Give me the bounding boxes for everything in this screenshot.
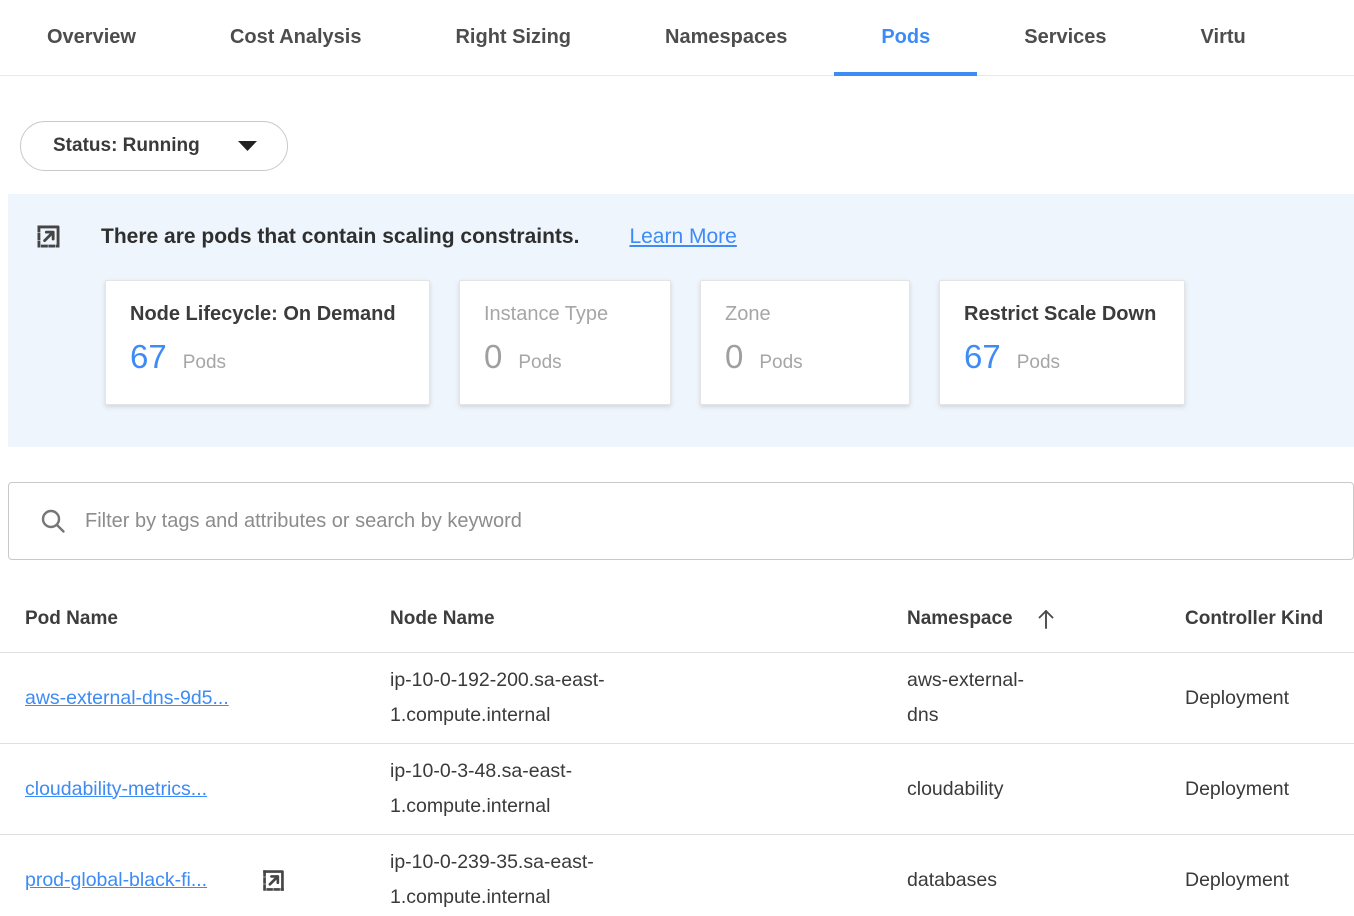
tab-right-sizing[interactable]: Right Sizing: [408, 0, 618, 75]
tab-cost-analysis[interactable]: Cost Analysis: [183, 0, 409, 75]
tab-namespaces[interactable]: Namespaces: [618, 0, 834, 75]
pod-name-link[interactable]: cloudability-metrics...: [25, 778, 207, 801]
card-restrict-scale-down[interactable]: Restrict Scale Down 67 Pods: [939, 280, 1185, 405]
card-value: 67: [130, 338, 167, 376]
scale-out-icon: [259, 866, 288, 895]
status-filter-dropdown[interactable]: Status: Running: [20, 121, 288, 171]
card-value: 0: [725, 338, 743, 376]
node-name-cell: ip-10-0-3-48.sa-east-1.compute.internal: [390, 744, 907, 834]
card-zone[interactable]: Zone 0 Pods: [700, 280, 910, 405]
card-title: Zone: [725, 303, 885, 326]
search-bar: [8, 482, 1354, 560]
scaling-constraints-banner: There are pods that contain scaling cons…: [8, 194, 1354, 447]
node-name-text: ip-10-0-3-48.sa-east-1.compute.internal: [390, 754, 642, 824]
tab-bar: Overview Cost Analysis Right Sizing Name…: [0, 0, 1354, 76]
tab-virtual[interactable]: Virtu: [1154, 0, 1293, 75]
scale-out-icon: [33, 221, 64, 252]
card-unit: Pods: [518, 352, 561, 374]
card-value-row: 67 Pods: [964, 338, 1160, 376]
node-name-text: ip-10-0-192-200.sa-east-1.compute.intern…: [390, 663, 642, 733]
namespace-cell: aws-external-dns: [907, 653, 1185, 743]
node-name-cell: ip-10-0-239-35.sa-east-1.compute.interna…: [390, 835, 907, 916]
tab-pods[interactable]: Pods: [834, 0, 977, 75]
table-header-row: Pod Name Node Name Namespace Controller …: [0, 560, 1354, 653]
node-name-text: ip-10-0-239-35.sa-east-1.compute.interna…: [390, 845, 642, 915]
banner-header: There are pods that contain scaling cons…: [33, 221, 1354, 252]
banner-message: There are pods that contain scaling cons…: [101, 225, 579, 249]
column-header-pod-name[interactable]: Pod Name: [0, 608, 390, 630]
card-unit: Pods: [759, 352, 802, 374]
column-header-controller-kind[interactable]: Controller Kind: [1185, 608, 1354, 630]
table-row: prod-global-black-fi... ip-10-0-239-35.s…: [0, 835, 1354, 916]
pods-table: Pod Name Node Name Namespace Controller …: [0, 560, 1354, 916]
card-title: Instance Type: [484, 303, 646, 326]
column-header-label: Namespace: [907, 608, 1013, 630]
card-node-lifecycle[interactable]: Node Lifecycle: On Demand 67 Pods: [105, 280, 430, 405]
card-unit: Pods: [1017, 352, 1060, 374]
pod-name-cell: cloudability-metrics...: [0, 768, 390, 811]
search-input[interactable]: [85, 510, 1333, 533]
node-name-cell: ip-10-0-192-200.sa-east-1.compute.intern…: [390, 653, 907, 743]
tab-services[interactable]: Services: [977, 0, 1153, 75]
table-row: cloudability-metrics... ip-10-0-3-48.sa-…: [0, 744, 1354, 835]
pod-name-cell: prod-global-black-fi...: [0, 856, 390, 905]
filter-row: Status: Running: [20, 121, 1354, 171]
namespace-cell: cloudability: [907, 762, 1185, 817]
pod-name-link[interactable]: prod-global-black-fi...: [25, 869, 207, 892]
card-value: 0: [484, 338, 502, 376]
namespace-text: cloudability: [907, 772, 1003, 807]
card-instance-type[interactable]: Instance Type 0 Pods: [459, 280, 671, 405]
column-header-node-name[interactable]: Node Name: [390, 608, 907, 630]
namespace-cell: databases: [907, 853, 1185, 908]
constraint-cards: Node Lifecycle: On Demand 67 Pods Instan…: [105, 280, 1354, 405]
arrow-up-icon: [1035, 607, 1057, 631]
caret-down-icon: [238, 141, 257, 152]
tab-overview[interactable]: Overview: [0, 0, 183, 75]
learn-more-link[interactable]: Learn More: [629, 225, 736, 249]
card-value-row: 0 Pods: [484, 338, 646, 376]
card-title: Node Lifecycle: On Demand: [130, 303, 405, 326]
search-icon: [39, 507, 67, 535]
card-value-row: 0 Pods: [725, 338, 885, 376]
controller-kind-cell: Deployment: [1185, 677, 1354, 720]
status-filter-label: Status: Running: [53, 135, 200, 157]
controller-kind-cell: Deployment: [1185, 768, 1354, 811]
pod-name-cell: aws-external-dns-9d5...: [0, 677, 390, 720]
controller-kind-cell: Deployment: [1185, 859, 1354, 902]
namespace-text: aws-external-dns: [907, 663, 1039, 733]
card-unit: Pods: [183, 352, 226, 374]
card-value-row: 67 Pods: [130, 338, 405, 376]
column-header-namespace[interactable]: Namespace: [907, 607, 1185, 631]
pod-name-link[interactable]: aws-external-dns-9d5...: [25, 687, 229, 710]
card-title: Restrict Scale Down: [964, 303, 1160, 326]
namespace-text: databases: [907, 863, 997, 898]
table-row: aws-external-dns-9d5... ip-10-0-192-200.…: [0, 653, 1354, 744]
card-value: 67: [964, 338, 1001, 376]
